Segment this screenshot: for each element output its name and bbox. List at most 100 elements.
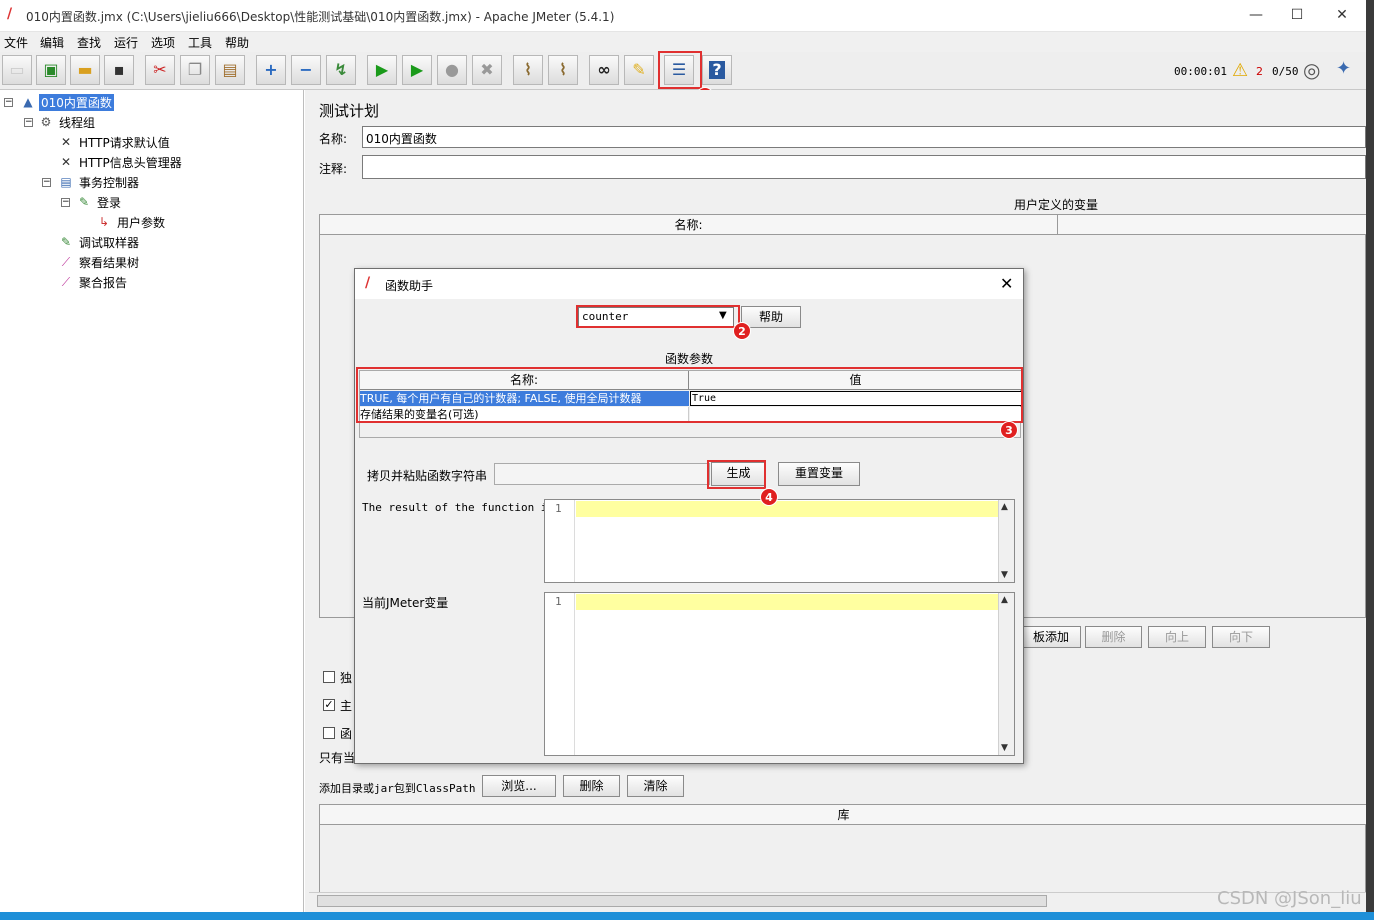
copy-button[interactable]: ❐ — [180, 55, 210, 85]
move-down-button[interactable]: 向下 — [1212, 626, 1270, 648]
minimize-button[interactable]: — — [1236, 4, 1276, 26]
classpath-label: 添加目录或jar包到ClassPath — [319, 782, 476, 795]
background-window-edge — [1366, 0, 1374, 920]
tree-node-user-params[interactable]: ↳ 用户参数 — [96, 213, 167, 231]
name-input[interactable]: 010内置函数 — [362, 126, 1366, 148]
add-from-clipboard-button[interactable]: 板添加 — [1021, 626, 1081, 648]
scroll-down-icon[interactable]: ▼ — [1001, 743, 1008, 753]
tree-collapse-root[interactable]: − — [4, 98, 13, 107]
function-help-button[interactable]: 帮助 — [741, 306, 801, 328]
new-button[interactable]: ▭ — [2, 55, 32, 85]
save-button[interactable]: ▪ — [104, 55, 134, 85]
paste-button[interactable]: ▤ — [215, 55, 245, 85]
delete-var-button[interactable]: 删除 — [1085, 626, 1142, 648]
templates-button[interactable]: ▣ — [36, 55, 66, 85]
annotation-box-2 — [576, 305, 740, 328]
browse-button[interactable]: 浏览... — [482, 775, 556, 797]
move-up-button[interactable]: 向上 — [1148, 626, 1206, 648]
tree-node-aggregate[interactable]: ⟋ 聚合报告 — [58, 273, 129, 291]
tree-node-debug-sampler[interactable]: ✎ 调试取样器 — [58, 233, 141, 251]
start-no-pause-button[interactable]: ▶ — [402, 55, 432, 85]
plus-icon: + — [264, 60, 278, 79]
menu-help[interactable]: 帮助 — [225, 34, 249, 51]
function-string-output[interactable] — [494, 463, 710, 485]
tree-node-root[interactable]: ▲ 010内置函数 — [20, 93, 114, 111]
window-title: 010内置函数.jmx (C:\Users\jieliu666\Desktop\… — [26, 10, 615, 24]
line-number: 1 — [555, 502, 562, 515]
shutdown-button[interactable]: ✖ — [472, 55, 502, 85]
checkbox-independent-label: 独 — [340, 671, 353, 685]
search-button[interactable]: ∞ — [589, 55, 619, 85]
stop-icon: ● — [445, 60, 459, 79]
stop-button[interactable]: ● — [437, 55, 467, 85]
cut-button[interactable]: ✂ — [145, 55, 175, 85]
scrollbar-thumb[interactable] — [317, 895, 1047, 907]
scroll-up-icon[interactable]: ▲ — [1001, 595, 1008, 605]
classpath-delete-button[interactable]: 删除 — [563, 775, 620, 797]
vars-vscroll[interactable]: ▲ ▼ — [998, 593, 1014, 755]
scroll-down-icon[interactable]: ▼ — [1001, 570, 1008, 580]
comment-input[interactable] — [362, 155, 1366, 179]
gear-icon: ⚙ — [40, 115, 52, 129]
annotation-box-3 — [356, 367, 1023, 423]
collapse-button[interactable]: − — [291, 55, 321, 85]
jmeter-vars-label: 当前JMeter变量 — [362, 596, 449, 610]
dialog-title-bar: / 函数助手 ✕ — [355, 269, 1023, 299]
menu-tools[interactable]: 工具 — [188, 34, 212, 51]
clear-button[interactable]: ⌇ — [513, 55, 543, 85]
horizontal-scrollbar[interactable] — [309, 892, 1366, 908]
checkbox-main[interactable]: ✓ — [323, 699, 335, 711]
broom-all-icon: ⌇ — [559, 60, 567, 79]
tree-collapse-login[interactable]: − — [61, 198, 70, 207]
clear-all-button[interactable]: ⌇ — [548, 55, 578, 85]
user-vars-title: 用户定义的变量 — [1014, 198, 1099, 212]
sampler-pen-icon: ✎ — [60, 235, 72, 249]
window-title-bar: / 010内置函数.jmx (C:\Users\jieliu666\Deskto… — [0, 0, 1366, 32]
remote-status-icon: ◎ — [1303, 58, 1321, 82]
warning-icon[interactable]: ⚠ — [1232, 60, 1248, 81]
scissors-icon: ✂ — [153, 60, 167, 79]
log-viewer-icon[interactable]: ✦ — [1336, 58, 1351, 79]
panel-heading: 测试计划 — [319, 102, 380, 120]
open-button[interactable]: ▬ — [70, 55, 100, 85]
dialog-close-icon[interactable]: ✕ — [1000, 274, 1013, 293]
clear-classpath-button[interactable]: 清除 — [627, 775, 684, 797]
line-gutter: 1 — [545, 500, 575, 582]
tree-collapse-transaction[interactable]: − — [42, 178, 51, 187]
tree-node-login[interactable]: ✎ 登录 — [76, 193, 123, 211]
tree-node-header-manager[interactable]: ✕ HTTP信息头管理器 — [58, 153, 184, 171]
checkbox-independent[interactable] — [323, 671, 335, 683]
copy-paste-label: 拷贝并粘贴函数字符串 — [367, 469, 488, 483]
maximize-button[interactable]: ☐ — [1277, 4, 1317, 26]
reset-search-button[interactable]: ✎ — [624, 55, 654, 85]
result-textarea[interactable]: 1 ▲ ▼ — [544, 499, 1015, 583]
menu-file[interactable]: 文件 — [4, 34, 28, 51]
result-vscroll[interactable]: ▲ ▼ — [998, 500, 1014, 582]
tree-node-transaction[interactable]: ▤ 事务控制器 — [58, 173, 141, 191]
listener-graph-icon: ⟋ — [61, 275, 71, 289]
menu-find[interactable]: 查找 — [77, 34, 101, 51]
menu-run[interactable]: 运行 — [114, 34, 138, 51]
reset-search-icon: ✎ — [632, 60, 646, 79]
active-threads: 0/50 — [1272, 65, 1299, 78]
reset-vars-button[interactable]: 重置变量 — [778, 462, 860, 486]
tree-collapse-threadgroup[interactable]: − — [24, 118, 33, 127]
classpath-library-table[interactable]: 库 — [319, 804, 1367, 898]
toggle-button[interactable]: ↯ — [326, 55, 356, 85]
templates-icon: ▣ — [43, 60, 59, 79]
menu-edit[interactable]: 编辑 — [40, 34, 64, 51]
scroll-up-icon[interactable]: ▲ — [1001, 502, 1008, 512]
jmeter-vars-textarea[interactable]: 1 ▲ ▼ — [544, 592, 1015, 756]
help-button[interactable]: ? — [702, 55, 732, 85]
menu-options[interactable]: 选项 — [151, 34, 175, 51]
expand-button[interactable]: + — [256, 55, 286, 85]
tree-node-view-results[interactable]: ⟋ 察看结果树 — [58, 253, 141, 271]
jmeter-feather-icon: / — [365, 275, 371, 291]
tree-node-thread-group[interactable]: ⚙ 线程组 — [38, 113, 97, 131]
library-col: 库 — [320, 805, 1367, 825]
start-button[interactable]: ▶ — [367, 55, 397, 85]
close-window-button[interactable]: ✕ — [1322, 4, 1362, 26]
checkbox-function[interactable] — [323, 727, 335, 739]
tree-node-http-defaults[interactable]: ✕ HTTP请求默认值 — [58, 133, 172, 151]
open-folder-icon: ▬ — [77, 60, 93, 79]
